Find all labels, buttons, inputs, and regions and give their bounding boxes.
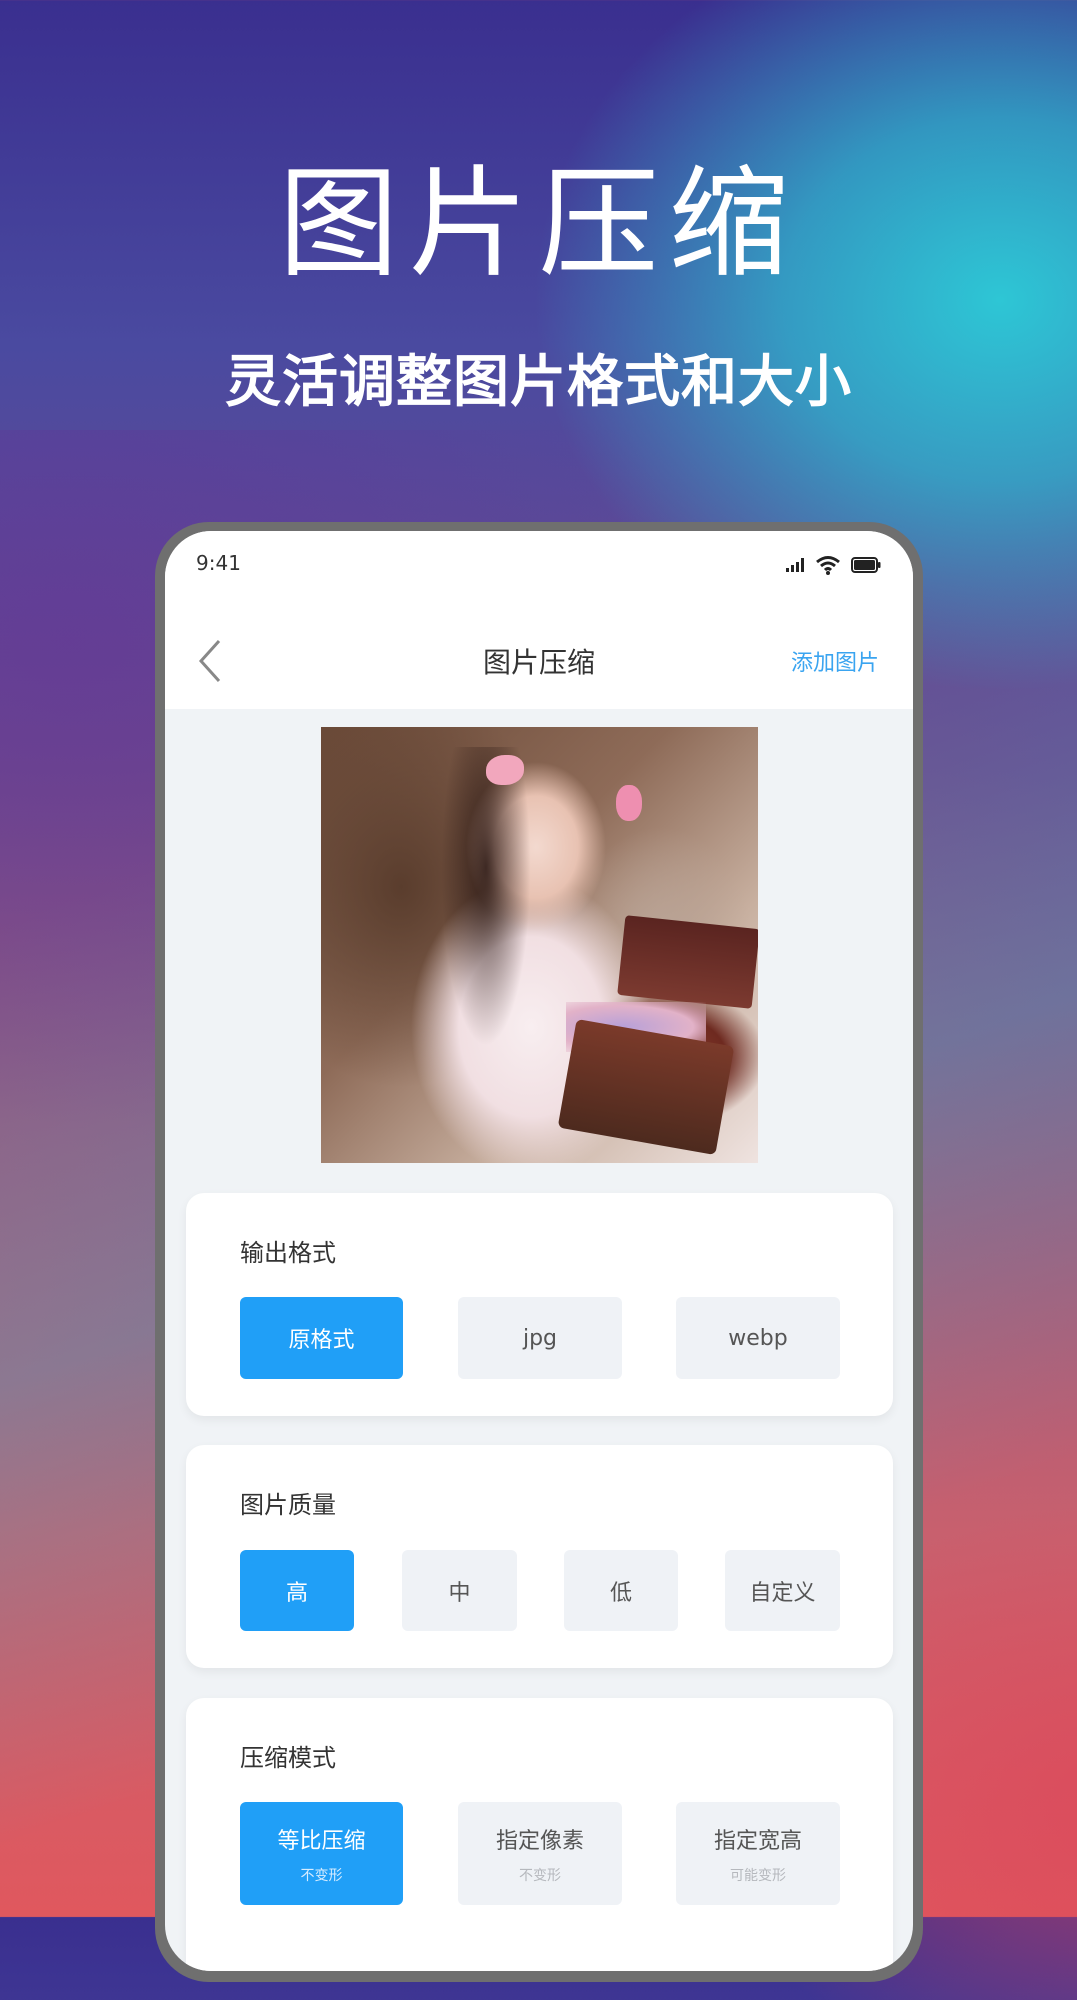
section-title: 图片质量 <box>240 1491 336 1519</box>
format-option-jpg[interactable]: jpg <box>458 1297 622 1379</box>
photo-detail <box>617 915 758 1009</box>
phone-frame: 9:41 图片压缩 添加图片 输出格式 原格式 jpg webp 图片质量 高 … <box>155 522 923 1982</box>
option-label: 中 <box>448 1580 471 1606</box>
compression-mode-card: 压缩模式 等比压缩 不变形 指定像素 不变形 指定宽高 可能变形 <box>186 1698 893 1971</box>
option-label: jpg <box>522 1325 558 1351</box>
status-icons <box>785 553 881 577</box>
photo-detail <box>441 747 531 1047</box>
section-title: 压缩模式 <box>240 1744 336 1772</box>
hero-title: 图片压缩 <box>278 155 799 294</box>
option-sublabel: 不变形 <box>300 1867 343 1884</box>
photo-detail <box>616 785 642 821</box>
section-title: 输出格式 <box>240 1239 336 1267</box>
status-time: 9:41 <box>196 551 241 575</box>
signal-icon <box>786 558 804 572</box>
option-label: 自定义 <box>749 1580 816 1606</box>
mode-option-dimensions[interactable]: 指定宽高 可能变形 <box>676 1802 840 1905</box>
photo-detail <box>557 1018 735 1156</box>
option-sublabel: 不变形 <box>519 1867 561 1884</box>
output-format-card: 输出格式 原格式 jpg webp <box>186 1193 893 1416</box>
hero-subtitle: 灵活调整图片格式和大小 <box>225 350 852 415</box>
quality-option-low[interactable]: 低 <box>564 1550 678 1631</box>
quality-option-custom[interactable]: 自定义 <box>725 1550 840 1631</box>
option-sublabel: 可能变形 <box>730 1867 786 1884</box>
battery-icon <box>851 557 881 573</box>
quality-option-high[interactable]: 高 <box>240 1550 354 1631</box>
option-label: webp <box>728 1325 788 1351</box>
quality-option-medium[interactable]: 中 <box>402 1550 517 1631</box>
option-label: 指定宽高 <box>713 1828 802 1854</box>
image-quality-card: 图片质量 高 中 低 自定义 <box>186 1445 893 1668</box>
format-option-original[interactable]: 原格式 <box>240 1297 403 1379</box>
option-label: 高 <box>285 1580 308 1606</box>
photo-detail <box>486 755 524 785</box>
option-label: 指定像素 <box>495 1828 584 1854</box>
nav-bar: 图片压缩 添加图片 <box>165 611 913 709</box>
option-label: 低 <box>609 1580 632 1606</box>
option-label: 原格式 <box>288 1328 355 1353</box>
format-option-webp[interactable]: webp <box>676 1297 840 1379</box>
add-image-button[interactable]: 添加图片 <box>791 645 879 677</box>
option-label: 等比压缩 <box>277 1828 366 1854</box>
wifi-icon <box>816 556 840 575</box>
phone-screen: 9:41 图片压缩 添加图片 输出格式 原格式 jpg webp 图片质量 高 … <box>165 531 913 1971</box>
mode-option-proportional[interactable]: 等比压缩 不变形 <box>240 1802 403 1905</box>
preview-image <box>321 727 758 1163</box>
mode-option-pixels[interactable]: 指定像素 不变形 <box>458 1802 622 1905</box>
status-bar: 9:41 <box>165 531 913 611</box>
